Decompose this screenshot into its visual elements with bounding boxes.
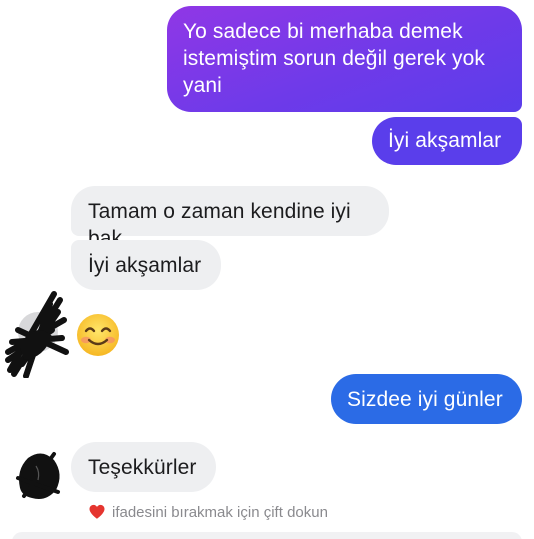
smiling-face-emoji[interactable] <box>76 313 120 357</box>
redacted-avatar <box>16 452 60 499</box>
redacted-avatar <box>5 291 69 378</box>
message-composer[interactable] <box>12 532 522 539</box>
outgoing-message-bubble[interactable]: İyi akşamlar <box>372 117 522 165</box>
message-text: İyi akşamlar <box>88 254 202 277</box>
reaction-hint-text: ifadesini bırakmak için çift dokun <box>112 503 328 521</box>
incoming-message-bubble[interactable]: İyi akşamlar <box>71 240 221 290</box>
incoming-message-bubble[interactable]: Teşekkürler <box>71 442 216 492</box>
chat-thread: Yo sadece bi merhaba demek istemiştim so… <box>0 0 534 539</box>
message-text: Yo sadece bi merhaba demek istemiştim so… <box>183 20 485 97</box>
reaction-hint: ifadesini bırakmak için çift dokun <box>88 502 328 522</box>
message-text: Sizdee iyi günler <box>347 388 503 411</box>
outgoing-message-bubble[interactable]: Sizdee iyi günler <box>331 374 522 424</box>
incoming-message-bubble[interactable]: Tamam o zaman kendine iyi bak <box>71 186 389 250</box>
heart-icon <box>89 504 105 519</box>
message-text: Teşekkürler <box>88 456 197 479</box>
outgoing-message-bubble[interactable]: Yo sadece bi merhaba demek istemiştim so… <box>167 6 522 112</box>
message-text: İyi akşamlar <box>388 129 502 152</box>
